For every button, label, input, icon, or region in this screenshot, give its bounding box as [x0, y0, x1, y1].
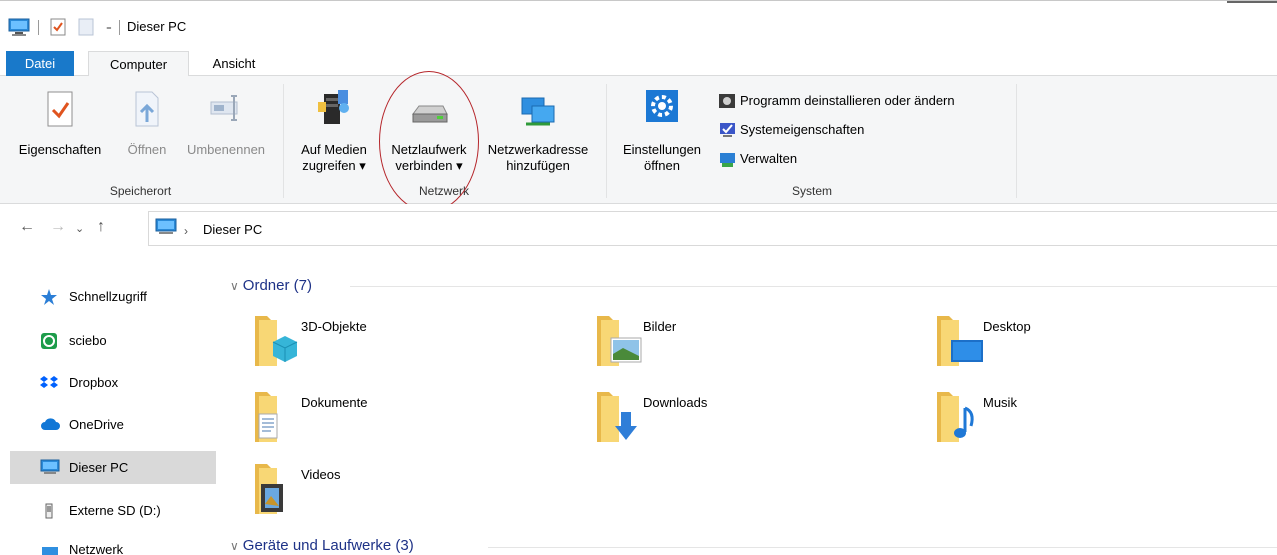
recent-locations-chevron-icon[interactable]: ⌄ — [75, 222, 84, 235]
systemeigenschaften-button[interactable]: Systemeigenschaften — [718, 119, 864, 141]
folder-downloads[interactable]: Downloads — [595, 388, 895, 448]
folder-3d-icon — [253, 312, 301, 371]
group-label-netzwerk: Netzwerk — [418, 184, 469, 198]
navigation-pane: Schnellzugriff sciebo Dropbox OneDrive D… — [0, 256, 216, 555]
computer-icon — [8, 18, 30, 39]
star-icon — [40, 288, 58, 309]
folder-downloads-icon — [595, 388, 643, 447]
address-computer-icon — [155, 218, 177, 239]
sciebo-icon — [40, 332, 58, 353]
sidebar-item-dieser-pc[interactable]: Dieser PC — [10, 451, 216, 484]
ribbon-tabs: Datei Computer Ansicht — [0, 51, 1277, 77]
folder-desktop-icon — [935, 312, 983, 371]
folder-musik[interactable]: Musik — [935, 388, 1235, 448]
rename-icon — [176, 90, 276, 134]
tab-ansicht[interactable]: Ansicht — [196, 51, 272, 76]
computer-icon — [40, 459, 60, 480]
sidebar-item-externe-sd[interactable]: Externe SD (D:) — [10, 494, 216, 527]
collapse-chevron-icon[interactable]: ∨ — [230, 279, 239, 293]
back-arrow-icon[interactable]: ← — [19, 218, 35, 236]
cloud-icon — [40, 416, 60, 435]
sidebar-item-netzwerk[interactable]: Netzwerk — [10, 533, 216, 555]
folder-videos-icon — [253, 460, 301, 519]
manage-computer-icon — [720, 153, 735, 167]
group-label-speicherort: Speicherort — [109, 184, 172, 198]
window-title: Dieser PC — [127, 19, 187, 34]
programm-deinstallieren-button[interactable]: Programm deinstallieren oder ändern — [718, 90, 955, 112]
properties-icon — [5, 90, 115, 134]
new-folder-quick-icon[interactable] — [78, 18, 94, 39]
tab-computer[interactable]: Computer — [88, 51, 189, 77]
sidebar-item-schnellzugriff[interactable]: Schnellzugriff — [10, 280, 216, 313]
properties-quick-icon[interactable] — [50, 18, 66, 39]
eigenschaften-button[interactable]: Eigenschaften — [5, 90, 115, 158]
network-drive-icon — [380, 88, 478, 134]
auf-medien-zugreifen-button[interactable]: Auf Medien zugreifen ▾ — [288, 88, 380, 174]
title-bar: ₌ Dieser PC — [0, 0, 1277, 36]
collapse-chevron-icon[interactable]: ∨ — [230, 539, 239, 553]
umbenennen-button[interactable]: Umbenennen — [176, 90, 276, 158]
section-geraete-und-laufwerke[interactable]: ∨ Geräte und Laufwerke (3) — [230, 537, 414, 554]
folder-desktop[interactable]: Desktop — [935, 312, 1235, 372]
sidebar-item-onedrive[interactable]: OneDrive — [10, 408, 216, 441]
system-properties-icon — [720, 123, 735, 137]
tab-datei[interactable]: Datei — [6, 51, 74, 76]
network-icon — [40, 541, 60, 555]
sd-drive-icon — [40, 502, 58, 523]
up-arrow-icon[interactable]: ↑ — [97, 218, 105, 236]
uninstall-program-icon — [719, 94, 735, 108]
network-location-icon — [478, 88, 598, 134]
address-bar[interactable] — [148, 211, 1277, 246]
netzwerkadresse-hinzufuegen-button[interactable]: Netzwerkadresse hinzufügen — [478, 88, 598, 174]
ribbon: Eigenschaften Öffnen Umbenennen Speicher… — [0, 76, 1277, 204]
netzlaufwerk-verbinden-button[interactable]: Netzlaufwerk verbinden ▾ — [380, 88, 478, 174]
address-path[interactable]: Dieser PC — [203, 222, 262, 237]
oeffnen-button[interactable]: Öffnen — [118, 90, 176, 158]
group-label-system: System — [791, 184, 832, 198]
folder-pictures-icon — [595, 312, 643, 371]
open-icon — [118, 90, 176, 134]
dropbox-icon — [40, 374, 58, 395]
folder-bilder[interactable]: Bilder — [595, 312, 895, 372]
verwalten-button[interactable]: Verwalten — [718, 148, 797, 170]
folder-documents-icon — [253, 388, 301, 447]
sidebar-item-sciebo[interactable]: sciebo — [10, 324, 216, 357]
settings-gear-icon — [610, 88, 714, 134]
breadcrumb-chevron-icon[interactable]: › — [184, 224, 188, 238]
forward-arrow-icon[interactable]: → — [50, 218, 66, 236]
customize-quick-access-icon[interactable]: ₌ — [106, 20, 112, 33]
folder-3d-objekte[interactable]: 3D-Objekte — [253, 312, 553, 372]
media-server-icon — [288, 88, 380, 134]
folder-music-icon — [935, 388, 983, 447]
sidebar-item-dropbox[interactable]: Dropbox — [10, 366, 216, 399]
section-ordner[interactable]: ∨ Ordner (7) — [230, 277, 312, 294]
folder-dokumente[interactable]: Dokumente — [253, 388, 553, 448]
einstellungen-oeffnen-button[interactable]: Einstellungen öffnen — [610, 88, 714, 174]
content-area: ∨ Ordner (7) 3D-Objekte Bilder Desktop D… — [216, 256, 1277, 555]
folder-videos[interactable]: Videos — [253, 460, 553, 520]
